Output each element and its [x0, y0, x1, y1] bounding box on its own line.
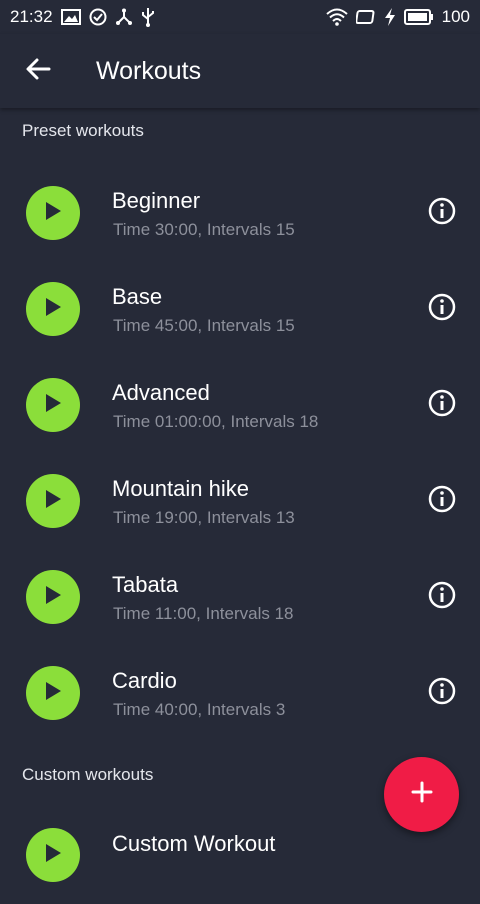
preset-section-title: Preset workouts — [22, 121, 144, 140]
workout-row-beginner[interactable]: Beginner Time 30:00, Intervals 15 — [0, 160, 480, 256]
check-circle-icon — [89, 8, 107, 26]
info-icon — [428, 581, 456, 614]
workout-name: Base — [112, 284, 163, 309]
workout-row-advanced[interactable]: Advanced Time 01:00:00, Intervals 18 — [0, 352, 480, 448]
workout-name: Custom Workout — [112, 831, 276, 856]
workout-row-base[interactable]: Base Time 45:00, Intervals 15 — [0, 256, 480, 352]
plus-icon — [410, 780, 434, 809]
play-icon — [43, 200, 63, 227]
status-right: 100 — [325, 7, 470, 27]
info-button[interactable] — [428, 197, 456, 230]
workout-meta: Time 45:00, Intervals 15 — [113, 316, 295, 335]
play-icon — [43, 842, 63, 869]
workout-meta: Time 19:00, Intervals 13 — [113, 508, 295, 527]
screen-icon — [355, 9, 376, 25]
info-icon — [428, 389, 456, 422]
info-button[interactable] — [428, 677, 456, 710]
custom-section-title: Custom workouts — [22, 765, 154, 784]
arrow-left-icon — [25, 56, 51, 87]
play-icon — [43, 296, 63, 323]
wifi-icon — [325, 8, 348, 26]
info-button[interactable] — [428, 293, 456, 326]
status-bar: 21:32 100 — [0, 0, 480, 34]
workout-meta: Time 40:00, Intervals 3 — [113, 700, 286, 719]
workout-name: Advanced — [112, 380, 210, 405]
workout-name: Beginner — [112, 188, 201, 213]
back-button[interactable] — [20, 53, 56, 89]
workout-row-cardio[interactable]: Cardio Time 40:00, Intervals 3 — [0, 640, 480, 736]
page-title: Workouts — [96, 56, 202, 85]
play-button[interactable] — [26, 282, 80, 336]
status-time: 21:32 — [10, 7, 53, 26]
workout-meta: Time 11:00, Intervals 18 — [113, 604, 294, 623]
workout-row-tabata[interactable]: Tabata Time 11:00, Intervals 18 — [0, 544, 480, 640]
image-icon — [60, 9, 81, 25]
play-button[interactable] — [26, 186, 80, 240]
play-button[interactable] — [26, 666, 80, 720]
play-button[interactable] — [26, 828, 80, 882]
info-icon — [428, 197, 456, 230]
play-button[interactable] — [26, 378, 80, 432]
workout-meta: Time 01:00:00, Intervals 18 — [113, 412, 319, 431]
info-icon — [428, 293, 456, 326]
app-bar: Workouts — [0, 34, 480, 108]
play-icon — [43, 488, 63, 515]
workout-name: Mountain hike — [112, 476, 249, 501]
play-icon — [43, 392, 63, 419]
workout-name: Cardio — [112, 668, 177, 693]
status-left: 21:32 — [10, 7, 155, 27]
workout-meta: Time 30:00, Intervals 15 — [113, 220, 295, 239]
workout-name: Tabata — [112, 572, 179, 597]
play-icon — [43, 680, 63, 707]
play-icon — [43, 584, 63, 611]
workout-row-mountain-hike[interactable]: Mountain hike Time 19:00, Intervals 13 — [0, 448, 480, 544]
usb-icon — [141, 7, 155, 27]
info-button[interactable] — [428, 389, 456, 422]
preset-workout-list: Beginner Time 30:00, Intervals 15 Base T… — [0, 160, 480, 736]
network-share-icon — [115, 8, 133, 26]
add-workout-button[interactable] — [384, 757, 459, 832]
battery-icon — [403, 9, 434, 25]
info-icon — [428, 485, 456, 518]
info-button[interactable] — [428, 485, 456, 518]
charging-icon — [384, 8, 396, 26]
info-button[interactable] — [428, 581, 456, 614]
info-icon — [428, 677, 456, 710]
play-button[interactable] — [26, 570, 80, 624]
play-button[interactable] — [26, 474, 80, 528]
battery-level: 100 — [441, 7, 470, 26]
